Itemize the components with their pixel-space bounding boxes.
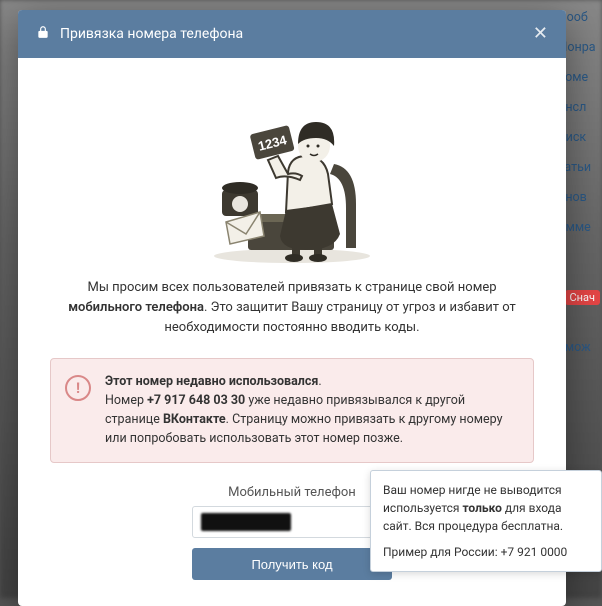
illustration: 1234: [192, 84, 392, 264]
alert-icon: !: [65, 375, 91, 401]
intro-text: Мы просим всех пользователей привязать к…: [44, 278, 540, 338]
phone-input[interactable]: [192, 506, 392, 538]
side-tooltip: Ваш номер нигде не выводится используетс…: [370, 470, 602, 572]
lock-icon: [36, 25, 50, 43]
phone-label: Мобильный телефон: [228, 485, 356, 500]
warning-phone: +7 917 648 03 30: [147, 393, 245, 408]
close-icon[interactable]: ✕: [533, 25, 548, 43]
warning-title: Этот номер недавно использовался: [105, 374, 318, 389]
bind-phone-modal: Привязка номера телефона ✕: [18, 10, 566, 606]
bg-badge: Снач: [565, 290, 600, 305]
warning-box: ! Этот номер недавно использовался. Номе…: [50, 358, 534, 463]
modal-header: Привязка номера телефона ✕: [18, 10, 566, 58]
redacted-value: [201, 513, 291, 531]
get-code-button[interactable]: Получить код: [192, 548, 392, 580]
modal-title: Привязка номера телефона: [60, 26, 243, 42]
modal-content: 1234 Мы просим всех пользователей привяз…: [18, 58, 566, 606]
